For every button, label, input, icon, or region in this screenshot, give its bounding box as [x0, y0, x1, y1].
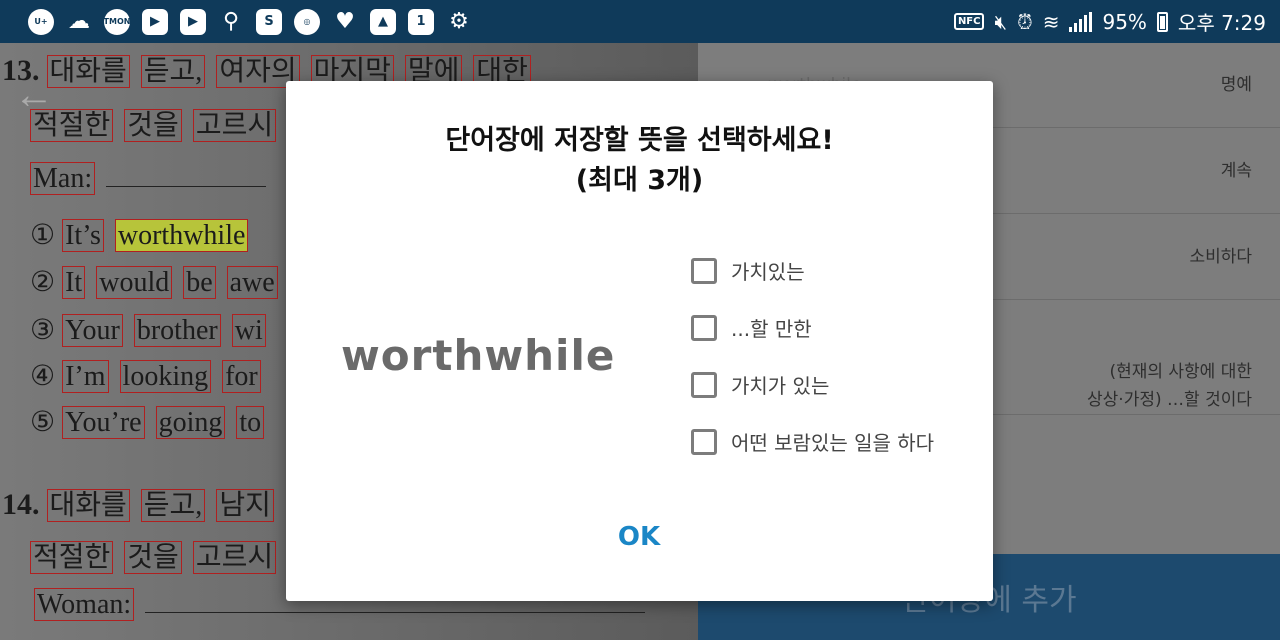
battery-percent: 95% — [1102, 9, 1147, 34]
android-icon: ⚙ — [449, 9, 469, 34]
mute-icon: 🔇︎ — [994, 9, 1008, 34]
checkbox[interactable] — [691, 371, 717, 398]
nfc-icon: NFC — [953, 13, 985, 30]
heart-icon: ♥ — [335, 9, 355, 34]
notification-icons: U+ ☁ TMON ▶ ▶ ⚲ S ◎ ♥ ▲ 1 ⚙ — [0, 8, 472, 35]
meaning-option-1[interactable]: 가치있는 — [691, 256, 805, 285]
youtube-icon: ▶ — [142, 8, 168, 35]
one-icon: 1 — [408, 8, 434, 35]
u-plus-icon: U+ — [28, 8, 54, 35]
meaning-option-3[interactable]: 가치가 있는 — [691, 370, 829, 399]
wifi-icon: ≋ — [1042, 9, 1060, 34]
checkbox[interactable] — [691, 314, 717, 341]
dialog-title-line2: (최대 3개) — [575, 165, 704, 196]
gallery-icon: ▲ — [370, 8, 396, 35]
youtube-icon: ▶ — [180, 8, 206, 35]
checkbox[interactable] — [691, 257, 717, 284]
alarm-icon: ⏰︎ — [1017, 9, 1033, 34]
option-label: ...할 만한 — [731, 317, 812, 341]
dialog-title: 단어장에 저장할 뜻을 선택하세요! (최대 3개) — [286, 121, 993, 201]
option-label: 가치있는 — [731, 260, 805, 284]
option-label: 가치가 있는 — [731, 374, 830, 398]
usb-icon: ⚲ — [222, 9, 240, 34]
status-bar: U+ ☁ TMON ▶ ▶ ⚲ S ◎ ♥ ▲ 1 ⚙ NFC 🔇︎ ⏰︎ ≋ … — [0, 0, 1280, 43]
meaning-option-2[interactable]: ...할 만한 — [691, 313, 812, 342]
cloud-icon: ☁ — [68, 9, 90, 34]
meaning-option-4[interactable]: 어떤 보람있는 일을 하다 — [691, 427, 934, 456]
checkbox[interactable] — [691, 428, 717, 455]
select-meaning-dialog: 단어장에 저장할 뜻을 선택하세요! (최대 3개) worthwhile 가치… — [286, 81, 993, 601]
option-label: 어떤 보람있는 일을 하다 — [731, 431, 935, 455]
s-app-icon: S — [256, 8, 282, 35]
signal-icon — [1069, 11, 1093, 32]
battery-icon — [1156, 11, 1168, 32]
clock: 오후 7:29 — [1177, 11, 1266, 35]
selected-word: worthwhile — [341, 331, 616, 380]
dialog-title-line1: 단어장에 저장할 뜻을 선택하세요! — [445, 125, 834, 156]
app-icon: ◎ — [294, 8, 320, 35]
tmon-icon: TMON — [104, 8, 130, 35]
system-status: NFC 🔇︎ ⏰︎ ≋ 95% 오후 7:29 — [953, 7, 1280, 36]
ok-button[interactable]: OK — [589, 517, 689, 557]
